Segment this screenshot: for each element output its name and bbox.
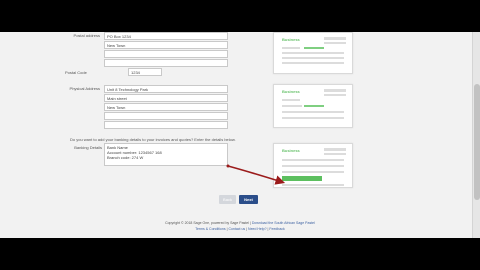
annotation-arrow [226, 164, 286, 185]
terms-link[interactable]: Terms & Conditions [195, 227, 225, 231]
contact-link[interactable]: Contact us [228, 227, 245, 231]
back-button[interactable]: Back [219, 195, 236, 204]
vertical-scrollbar[interactable] [472, 32, 480, 238]
footer-copyright-row: Copyright © 2018 Sage One, powered by Sa… [0, 221, 480, 225]
download-link[interactable]: Download the South African Sage Pastel [252, 221, 315, 225]
footer-links-row: Terms & Conditions | Contact us | Need H… [0, 227, 480, 231]
scrollbar-thumb[interactable] [474, 84, 480, 200]
help-link[interactable]: Need Help? [248, 227, 266, 231]
copyright-text: Copyright © 2018 Sage One, powered by Sa… [165, 221, 249, 225]
setup-page: Postal address PO Box 1234 New Town Post… [0, 32, 480, 238]
feedback-link[interactable]: Feedback [269, 227, 284, 231]
next-button[interactable]: Next [239, 195, 258, 204]
